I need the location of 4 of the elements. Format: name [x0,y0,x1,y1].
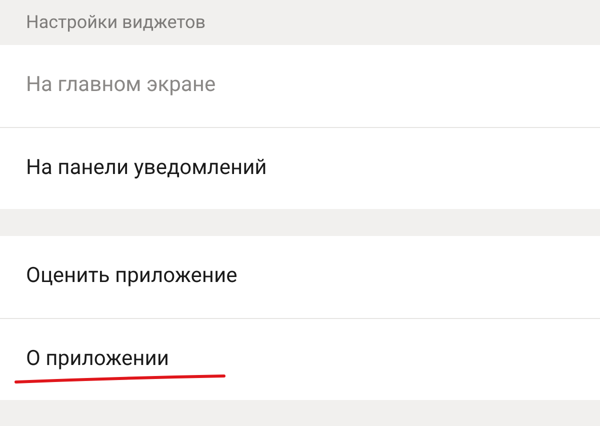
settings-item[interactable]: На панели уведомлений [0,127,600,209]
settings-item[interactable]: О приложении [0,318,600,400]
settings-item[interactable]: Оценить приложение [0,236,600,318]
section-header: Настройки виджетов [26,11,206,35]
